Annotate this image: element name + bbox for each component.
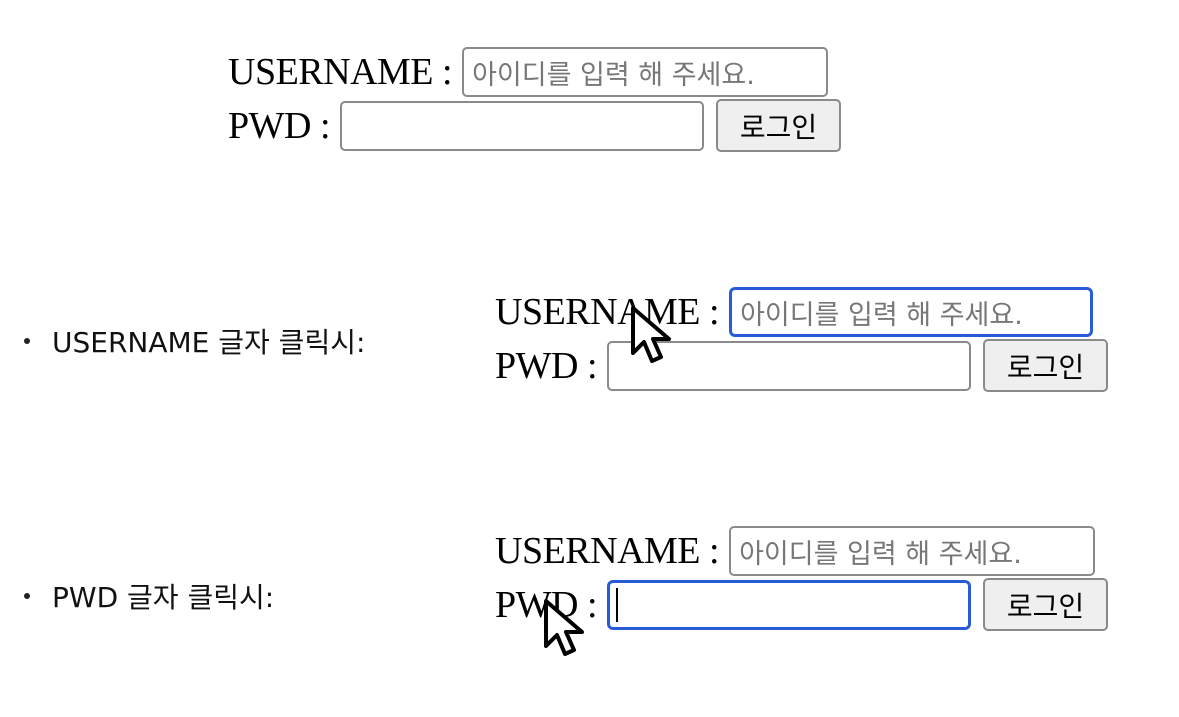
username-label[interactable]: USERNAME : bbox=[495, 529, 720, 573]
mouse-pointer-icon bbox=[544, 599, 584, 656]
username-placeholder: 아이디를 입력 해 주세요. bbox=[739, 538, 1022, 570]
bullet-dot bbox=[24, 338, 30, 344]
username-label[interactable]: USERNAME : bbox=[228, 50, 453, 94]
pwd-input[interactable] bbox=[607, 579, 971, 630]
username-label[interactable]: USERNAME : bbox=[495, 290, 720, 334]
note-pwd-click: PWD 글자 클릭시: bbox=[24, 576, 274, 616]
pwd-label[interactable]: PWD : bbox=[228, 104, 331, 148]
bullet-dot bbox=[24, 593, 30, 599]
username-row: USERNAME : 아이디를 입력 해 주세요. bbox=[495, 287, 1108, 337]
pwd-input[interactable] bbox=[340, 100, 704, 151]
login-button[interactable]: 로그인 bbox=[983, 339, 1108, 392]
username-input[interactable]: 아이디를 입력 해 주세요. bbox=[729, 526, 1096, 576]
note-text: PWD 글자 클릭시: bbox=[52, 581, 275, 614]
pwd-label[interactable]: PWD : bbox=[495, 344, 598, 388]
text-caret bbox=[616, 587, 618, 622]
mouse-pointer-icon bbox=[631, 306, 671, 363]
login-button[interactable]: 로그인 bbox=[716, 99, 841, 152]
pwd-row: PWD : 로그인 bbox=[228, 99, 841, 152]
note-text: USERNAME 글자 클릭시: bbox=[52, 326, 366, 359]
note-username-click: USERNAME 글자 클릭시: bbox=[24, 321, 365, 361]
username-placeholder: 아이디를 입력 해 주세요. bbox=[472, 59, 755, 91]
login-button[interactable]: 로그인 bbox=[983, 578, 1108, 631]
login-form-username-focused: USERNAME : 아이디를 입력 해 주세요. PWD : 로그인 bbox=[495, 287, 1108, 392]
login-form-default: USERNAME : 아이디를 입력 해 주세요. PWD : 로그인 bbox=[228, 47, 841, 152]
username-placeholder: 아이디를 입력 해 주세요. bbox=[740, 299, 1023, 331]
username-input[interactable]: 아이디를 입력 해 주세요. bbox=[462, 47, 829, 97]
username-row: USERNAME : 아이디를 입력 해 주세요. bbox=[495, 526, 1108, 576]
pwd-row: PWD : 로그인 bbox=[495, 339, 1108, 392]
username-row: USERNAME : 아이디를 입력 해 주세요. bbox=[228, 47, 841, 97]
username-input[interactable]: 아이디를 입력 해 주세요. bbox=[729, 287, 1094, 337]
